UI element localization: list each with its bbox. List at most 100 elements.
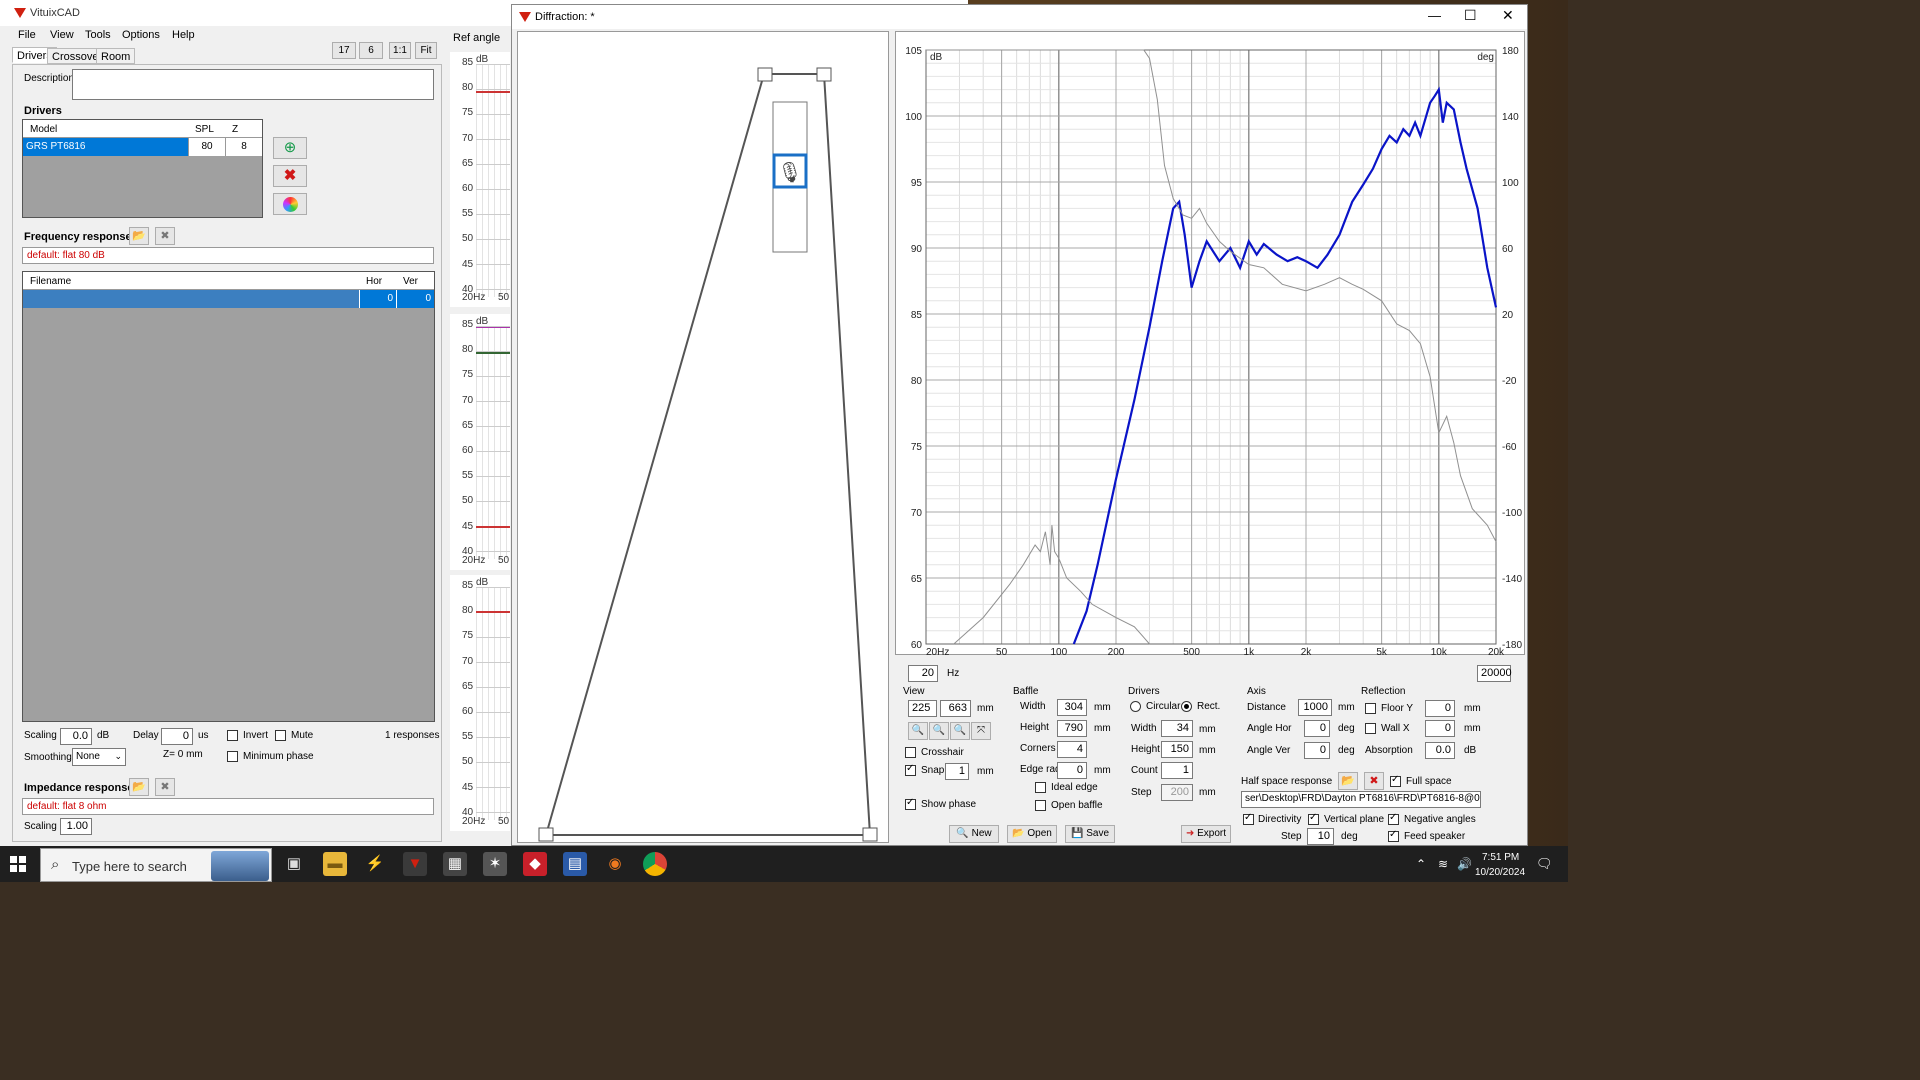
export-button[interactable]: ➜ Export bbox=[1181, 825, 1231, 843]
count-input[interactable]: 1 bbox=[1161, 762, 1193, 779]
half-space-file-input[interactable]: ser\Desktop\FRD\Dayton PT6816\FRD\PT6816… bbox=[1241, 791, 1481, 808]
floor-checkbox[interactable] bbox=[1365, 703, 1376, 714]
wifi-icon[interactable]: ≋ bbox=[1438, 857, 1448, 871]
rect-radio[interactable] bbox=[1181, 701, 1192, 712]
corner-handle[interactable] bbox=[816, 67, 832, 82]
corner-handle[interactable] bbox=[538, 827, 554, 842]
document-app-icon[interactable]: ▤ bbox=[563, 852, 587, 876]
edge-radius-input[interactable]: 0 bbox=[1057, 762, 1087, 779]
zoom-17-button[interactable]: 17 bbox=[332, 42, 356, 59]
sketchup-icon[interactable]: ◆ bbox=[523, 852, 547, 876]
close-button[interactable]: ✕ bbox=[1502, 7, 1514, 24]
lightning-app-icon[interactable]: ⚡ bbox=[363, 852, 387, 876]
vertical-plane-checkbox[interactable] bbox=[1308, 812, 1319, 825]
full-space-checkbox[interactable] bbox=[1390, 774, 1401, 787]
maximize-button[interactable]: ☐ bbox=[1464, 7, 1477, 24]
zoom-in-button[interactable]: 🔍 bbox=[908, 722, 928, 740]
remove-driver-button[interactable]: ✖ bbox=[273, 165, 307, 187]
corner-handle[interactable] bbox=[862, 827, 878, 842]
open-freq-button[interactable]: 📂 bbox=[129, 227, 149, 245]
new-button[interactable]: 🔍 New bbox=[949, 825, 999, 843]
tab-room[interactable]: Room bbox=[96, 48, 136, 64]
clear-half-space-button[interactable]: ✖ bbox=[1364, 772, 1384, 790]
zoom-1-1-button[interactable]: 1:1 bbox=[389, 42, 411, 59]
wall-checkbox[interactable] bbox=[1365, 723, 1376, 734]
crosshair-checkbox[interactable] bbox=[905, 747, 916, 758]
taskbar-time[interactable]: 7:51 PM bbox=[1482, 852, 1519, 863]
show-phase-checkbox[interactable] bbox=[905, 797, 916, 810]
distance-input[interactable]: 1000 bbox=[1298, 699, 1332, 716]
circular-radio[interactable] bbox=[1130, 701, 1141, 712]
vituixcad-taskbar-icon[interactable]: ▼ bbox=[403, 852, 427, 876]
clear-impedance-button[interactable]: ✖ bbox=[155, 778, 175, 796]
save-button[interactable]: 💾 Save bbox=[1065, 825, 1115, 843]
driver-width-input[interactable]: 34 bbox=[1161, 720, 1193, 737]
snap-checkbox[interactable] bbox=[905, 763, 916, 776]
menu-file[interactable]: File bbox=[18, 29, 36, 41]
open-impedance-button[interactable]: 📂 bbox=[129, 778, 149, 796]
grid-app-icon[interactable]: ▦ bbox=[443, 852, 467, 876]
open-button[interactable]: 📂 Open bbox=[1007, 825, 1057, 843]
baffle-outline[interactable] bbox=[544, 73, 872, 836]
mute-checkbox[interactable] bbox=[275, 730, 286, 741]
taskbar-date[interactable]: 10/20/2024 bbox=[1475, 867, 1525, 878]
file-explorer-icon[interactable]: ▬ bbox=[323, 852, 347, 876]
feed-speaker-checkbox[interactable] bbox=[1388, 829, 1399, 842]
add-driver-button[interactable]: ⊕ bbox=[273, 137, 307, 159]
invert-checkbox[interactable] bbox=[227, 730, 238, 741]
zoom-region-button[interactable]: 🔍 bbox=[950, 722, 970, 740]
delay-input[interactable]: 0 bbox=[161, 728, 193, 745]
x-max-input[interactable]: 20000 bbox=[1477, 665, 1512, 682]
baffle-width-input[interactable]: 304 bbox=[1057, 699, 1087, 716]
open-baffle-checkbox[interactable] bbox=[1035, 800, 1046, 811]
freq-ver-cell[interactable]: 0 bbox=[396, 290, 434, 308]
floor-input[interactable]: 0 bbox=[1425, 700, 1455, 717]
zoom-6-button[interactable]: 6 bbox=[359, 42, 383, 59]
menu-help[interactable]: Help bbox=[172, 29, 195, 41]
view-width-input[interactable]: 225 bbox=[908, 700, 937, 717]
task-view-icon[interactable]: ▣ bbox=[282, 852, 306, 876]
network-app-icon[interactable]: ✶ bbox=[483, 852, 507, 876]
clear-freq-button[interactable]: ✖ bbox=[155, 227, 175, 245]
driver-z-cell[interactable]: 8 bbox=[225, 138, 262, 156]
windows-start-icon[interactable] bbox=[10, 856, 26, 872]
driver-model-cell[interactable]: GRS PT6816 bbox=[23, 138, 188, 156]
notification-icon[interactable]: 🗨 bbox=[1536, 856, 1553, 872]
dir-step-input[interactable]: 10 bbox=[1307, 828, 1334, 845]
smoothing-select[interactable]: None ⌄ bbox=[72, 748, 126, 766]
menu-view[interactable]: View bbox=[50, 29, 74, 41]
directivity-checkbox[interactable] bbox=[1243, 812, 1254, 825]
frequency-response-chart[interactable]: 105 100 95 90 85 80 75 70 65 60 180 140 100 60 20 -20 -6… bbox=[895, 31, 1525, 658]
driver-color-button[interactable] bbox=[273, 193, 307, 215]
chrome-icon[interactable] bbox=[643, 852, 667, 876]
baffle-view[interactable]: 🎙 bbox=[517, 31, 889, 843]
taskbar-search-box[interactable]: ⌕ Type here to search bbox=[40, 848, 272, 882]
absorption-input[interactable]: 0.0 bbox=[1425, 742, 1455, 759]
view-height-input[interactable]: 663 bbox=[940, 700, 971, 717]
description-field[interactable] bbox=[72, 69, 434, 100]
menu-options[interactable]: Options bbox=[122, 29, 160, 41]
zoom-fit-button[interactable]: Fit bbox=[415, 42, 437, 59]
angle-hor-input[interactable]: 0 bbox=[1304, 720, 1330, 737]
menu-tools[interactable]: Tools bbox=[85, 29, 111, 41]
corners-input[interactable]: 4 bbox=[1057, 741, 1087, 758]
fit-view-button[interactable]: ⤧ bbox=[971, 722, 991, 740]
snap-input[interactable]: 1 bbox=[945, 763, 969, 780]
ideal-edge-checkbox[interactable] bbox=[1035, 782, 1046, 793]
driver-height-input[interactable]: 150 bbox=[1161, 741, 1193, 758]
minimum-phase-checkbox[interactable] bbox=[227, 751, 238, 762]
table-row[interactable]: GRS PT6816 80 8 bbox=[23, 138, 262, 156]
zoom-out-button[interactable]: 🔍 bbox=[929, 722, 949, 740]
minimize-button[interactable]: — bbox=[1428, 8, 1441, 23]
open-half-space-button[interactable]: 📂 bbox=[1338, 772, 1358, 790]
step-input[interactable]: 200 bbox=[1161, 784, 1193, 801]
imp-scaling-input[interactable]: 1.00 bbox=[60, 818, 92, 835]
wall-input[interactable]: 0 bbox=[1425, 720, 1455, 737]
freq-filename-cell[interactable] bbox=[23, 290, 359, 308]
x-min-input[interactable]: 20 bbox=[908, 665, 938, 682]
freq-hor-cell[interactable]: 0 bbox=[359, 290, 396, 308]
scaling-input[interactable]: 0.0 bbox=[60, 728, 92, 745]
chevron-up-icon[interactable]: ⌃ bbox=[1416, 857, 1426, 871]
table-row[interactable]: 0 0 bbox=[23, 290, 434, 308]
corner-handle[interactable] bbox=[757, 67, 773, 82]
